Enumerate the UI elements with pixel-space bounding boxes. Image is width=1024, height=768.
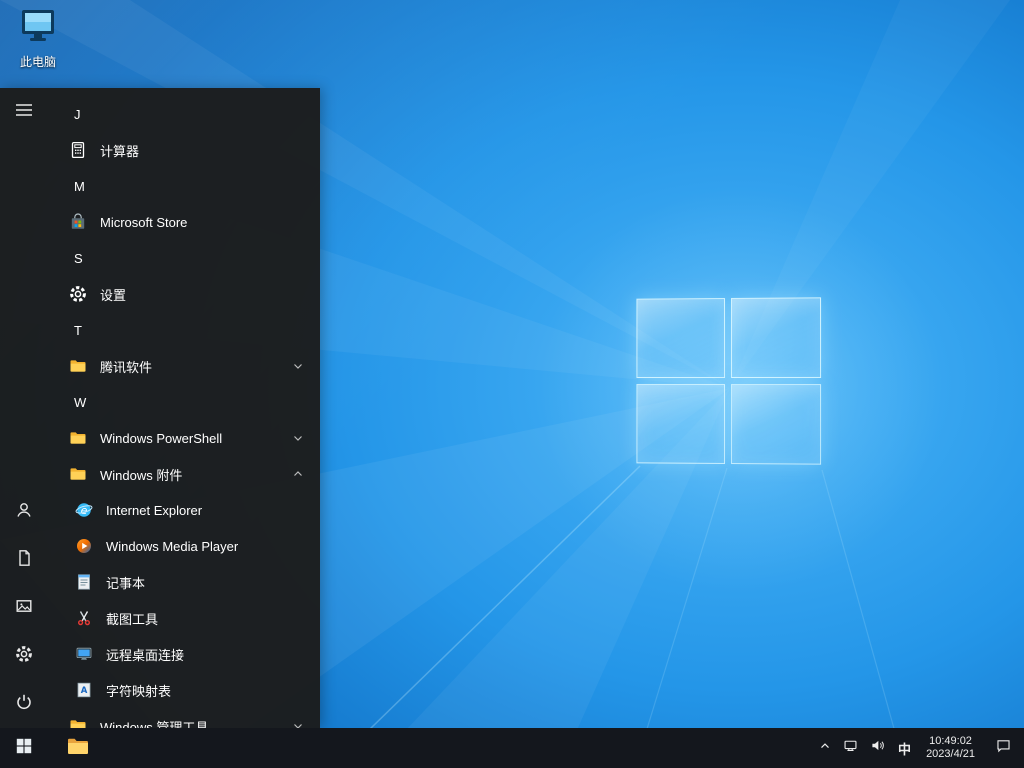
system-tray: 中 10:49:02 2023/4/21 bbox=[813, 728, 1024, 768]
network-status-button[interactable] bbox=[837, 728, 864, 768]
logo-pane bbox=[730, 384, 822, 465]
chevron-up-icon bbox=[292, 468, 304, 480]
section-letter-label: W bbox=[74, 394, 87, 410]
folder-item-windows-accessories[interactable]: Windows 附件 bbox=[48, 456, 320, 492]
user-account-button[interactable] bbox=[0, 488, 48, 536]
character-map-icon: A bbox=[74, 680, 94, 700]
snipping-tool-icon bbox=[74, 608, 94, 628]
app-item-internet-explorer[interactable]: e Internet Explorer bbox=[48, 492, 320, 528]
action-center-button[interactable] bbox=[983, 728, 1024, 768]
app-label: Windows PowerShell bbox=[100, 430, 223, 446]
clock-date: 2023/4/21 bbox=[926, 748, 975, 760]
notepad-icon bbox=[74, 572, 94, 592]
file-explorer-button[interactable] bbox=[54, 728, 102, 768]
taskbar: 中 10:49:02 2023/4/21 bbox=[0, 728, 1024, 768]
section-letter-label: S bbox=[74, 250, 83, 266]
folder-icon bbox=[68, 428, 88, 448]
file-explorer-icon bbox=[66, 735, 90, 762]
store-icon bbox=[68, 212, 88, 232]
app-label: 字符映射表 bbox=[106, 683, 172, 699]
documents-button[interactable] bbox=[0, 536, 48, 584]
user-icon bbox=[14, 500, 34, 525]
power-button[interactable] bbox=[0, 680, 48, 728]
app-label: Windows 管理工具 bbox=[100, 719, 209, 729]
app-item-remote-desktop[interactable]: 远程桌面连接 bbox=[48, 636, 320, 672]
app-label: 截图工具 bbox=[106, 611, 159, 627]
app-label: 计算器 bbox=[100, 143, 140, 159]
chevron-down-icon bbox=[292, 360, 304, 372]
app-label: 远程桌面连接 bbox=[106, 647, 185, 663]
folder-icon bbox=[68, 356, 88, 376]
folder-item-windows-powershell[interactable]: Windows PowerShell bbox=[48, 420, 320, 456]
hamburger-menu-icon bbox=[14, 100, 34, 125]
app-label: 腾讯软件 bbox=[100, 359, 153, 375]
start-menu: J 计算器 M Microsoft Store S 设置 T 腾讯软件 W Wi… bbox=[0, 88, 320, 728]
app-label: Windows Media Player bbox=[106, 538, 239, 554]
app-item-microsoft-store[interactable]: Microsoft Store bbox=[48, 204, 320, 240]
media-player-icon bbox=[74, 536, 94, 556]
app-item-snipping-tool[interactable]: 截图工具 bbox=[48, 600, 320, 636]
calculator-icon bbox=[68, 140, 88, 160]
expand-menu-button[interactable] bbox=[0, 88, 48, 136]
app-label: Internet Explorer bbox=[106, 502, 203, 518]
app-item-calculator[interactable]: 计算器 bbox=[48, 132, 320, 168]
app-label: 设置 bbox=[100, 287, 127, 303]
section-letter-s[interactable]: S bbox=[48, 240, 320, 276]
start-app-list: J 计算器 M Microsoft Store S 设置 T 腾讯软件 W Wi… bbox=[48, 88, 320, 728]
clock-time: 10:49:02 bbox=[929, 735, 972, 747]
folder-icon bbox=[68, 464, 88, 484]
action-center-icon bbox=[995, 737, 1012, 759]
logo-pane bbox=[730, 297, 822, 378]
logo-pane bbox=[636, 383, 726, 464]
section-letter-j[interactable]: J bbox=[48, 96, 320, 132]
app-item-settings[interactable]: 设置 bbox=[48, 276, 320, 312]
tray-overflow-button[interactable] bbox=[813, 728, 837, 768]
chevron-down-icon bbox=[292, 720, 304, 728]
section-letter-m[interactable]: M bbox=[48, 168, 320, 204]
section-letter-w[interactable]: W bbox=[48, 384, 320, 420]
app-item-notepad[interactable]: 记事本 bbox=[48, 564, 320, 600]
app-label: Microsoft Store bbox=[100, 214, 188, 230]
start-button[interactable] bbox=[0, 728, 48, 768]
section-letter-label: T bbox=[74, 322, 82, 338]
windows-logo-icon bbox=[15, 737, 33, 760]
app-label: 记事本 bbox=[106, 575, 146, 591]
chevron-down-icon bbox=[292, 432, 304, 444]
settings-button[interactable] bbox=[0, 632, 48, 680]
volume-button[interactable] bbox=[864, 728, 891, 768]
remote-desktop-icon bbox=[74, 644, 94, 664]
folder-icon bbox=[68, 716, 88, 728]
ime-label: 中 bbox=[898, 741, 912, 757]
power-icon bbox=[14, 692, 34, 717]
folder-item-tencent[interactable]: 腾讯软件 bbox=[48, 348, 320, 384]
section-letter-t[interactable]: T bbox=[48, 312, 320, 348]
app-label: Windows 附件 bbox=[100, 467, 183, 483]
taskbar-clock[interactable]: 10:49:02 2023/4/21 bbox=[918, 728, 983, 768]
internet-explorer-icon: e bbox=[74, 500, 94, 520]
desktop-icon-label: 此电脑 bbox=[19, 55, 56, 69]
logo-pane bbox=[636, 298, 726, 379]
app-item-windows-media-player[interactable]: Windows Media Player bbox=[48, 528, 320, 564]
gear-icon bbox=[68, 284, 88, 304]
pictures-button[interactable] bbox=[0, 584, 48, 632]
windows-hero-logo bbox=[636, 297, 822, 465]
desktop-icon-this-pc[interactable]: 此电脑 bbox=[6, 8, 70, 70]
chevron-up-icon bbox=[818, 739, 832, 758]
section-letter-label: M bbox=[74, 178, 85, 194]
settings-gear-icon bbox=[14, 644, 34, 669]
ime-indicator[interactable]: 中 bbox=[891, 728, 918, 768]
pictures-icon bbox=[14, 596, 34, 621]
app-item-character-map[interactable]: A 字符映射表 bbox=[48, 672, 320, 708]
start-menu-rail bbox=[0, 88, 48, 728]
documents-icon bbox=[14, 548, 34, 573]
network-icon bbox=[842, 737, 859, 759]
folder-item-admin-tools[interactable]: Windows 管理工具 bbox=[48, 708, 320, 728]
svg-text:A: A bbox=[81, 686, 88, 696]
speaker-icon bbox=[869, 737, 886, 759]
section-letter-label: J bbox=[74, 106, 81, 122]
this-pc-icon bbox=[19, 8, 57, 49]
